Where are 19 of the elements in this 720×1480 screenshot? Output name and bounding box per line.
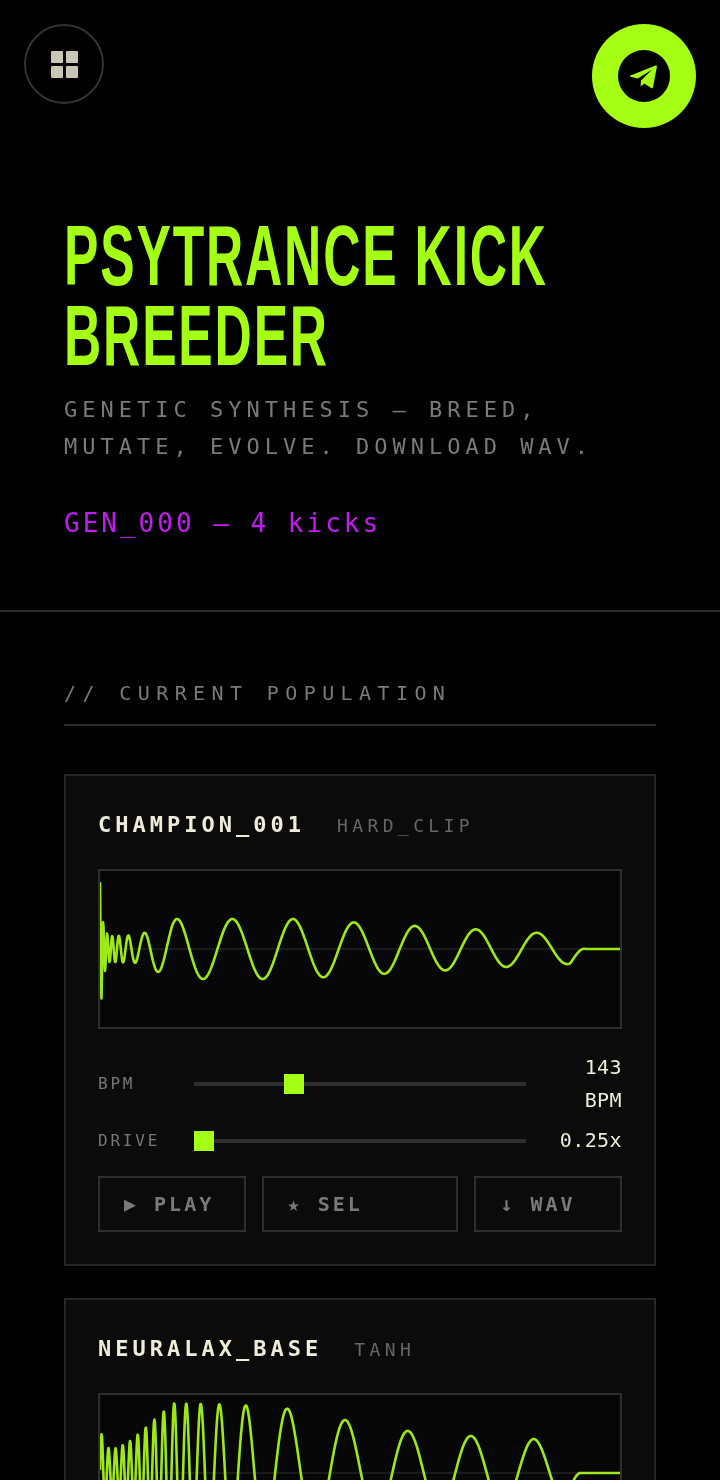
- kick-tag: TANH: [354, 1333, 416, 1367]
- play-button[interactable]: ▶ PLAY: [98, 1176, 246, 1232]
- slider-label: DRIVE: [98, 1130, 161, 1151]
- page-title: PSYTRANCE KICK BREEDER: [64, 215, 549, 375]
- slider-label: BPM: [98, 1074, 136, 1094]
- kick-tag: HARD_CLIP: [336, 809, 475, 843]
- slider-value: 0.25x: [558, 1127, 622, 1154]
- section-heading: // CURRENT POPULATION: [64, 680, 453, 707]
- kick-name: CHAMPION_001: [98, 811, 305, 839]
- slider-value: 143 BPM: [583, 1054, 622, 1114]
- select-button[interactable]: ★ SEL: [261, 1176, 459, 1232]
- slider-thumb[interactable]: [194, 1130, 214, 1151]
- subtitle: GENETIC SYNTHESIS — BREED, MUTATE, EVOLVE. DOWNLOAD WAV.: [64, 396, 595, 461]
- slider-thumb[interactable]: [284, 1074, 305, 1094]
- grid-icon: [50, 50, 78, 78]
- download-button[interactable]: ↓ WAV: [474, 1176, 622, 1232]
- paper-plane-icon: [618, 50, 670, 102]
- generation-label: GEN_000 — 4 kicks: [64, 507, 383, 540]
- kick-name: NEURALAX_BASE: [98, 1335, 323, 1363]
